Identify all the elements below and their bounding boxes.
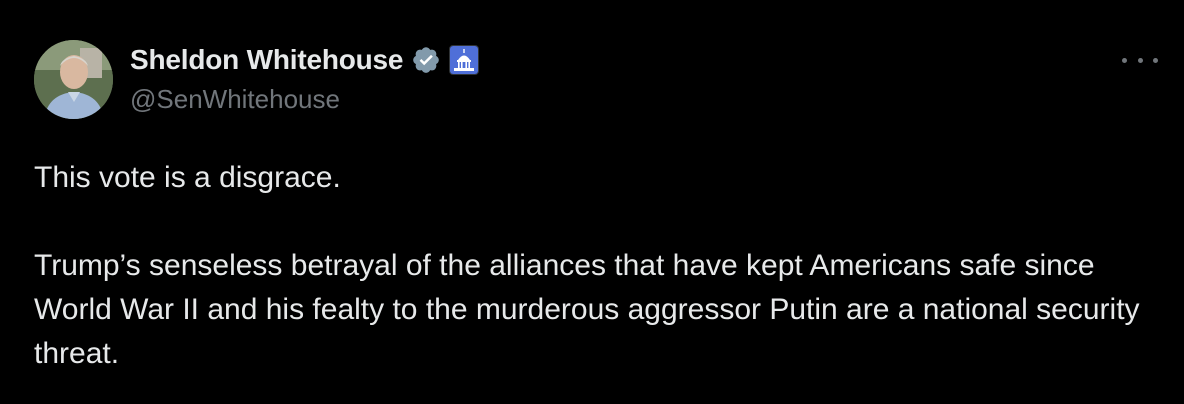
verified-badge-icon[interactable] [411,45,441,75]
tweet-header: Sheldon Whitehouse @SenWhitehouse [130,42,480,115]
tweet-card: Sheldon Whitehouse @SenWhitehouse This v… [0,0,1184,404]
tweet-text: This vote is a disgrace. Trump’s sensele… [34,161,1140,370]
more-options-button[interactable] [1122,48,1158,72]
more-options-icon [1137,57,1143,63]
more-options-icon [1122,57,1127,63]
name-row: Sheldon Whitehouse [130,42,480,78]
avatar[interactable] [34,40,113,119]
more-options-icon [1153,57,1158,63]
capitol-building-icon[interactable] [449,45,480,75]
user-handle[interactable]: @SenWhitehouse [130,84,479,115]
display-name[interactable]: Sheldon Whitehouse [130,44,403,76]
